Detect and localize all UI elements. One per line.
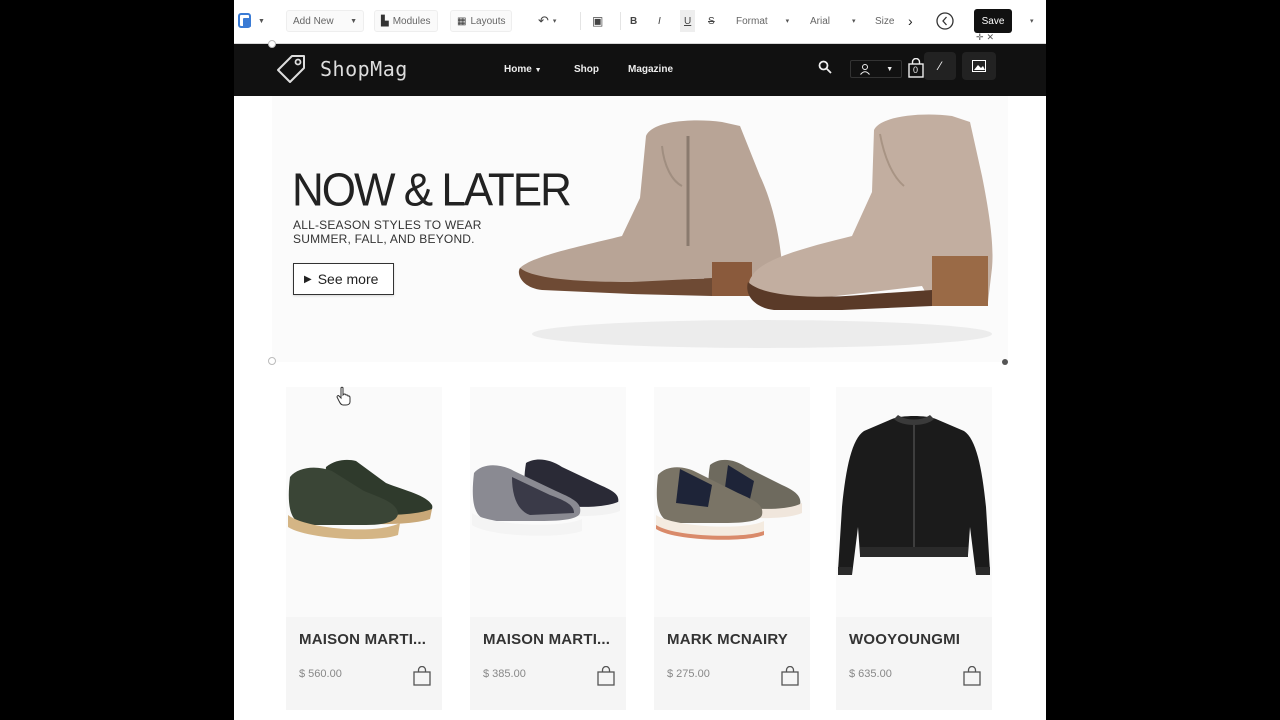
- italic-icon: I: [658, 15, 661, 27]
- strikethrough-icon: S: [708, 15, 715, 27]
- layouts-button[interactable]: ▦ Layouts: [450, 10, 513, 32]
- site-header: ShopMag Home ▼ Shop Magazine ▼ 0 ⁄: [234, 44, 1046, 96]
- builder-logo-menu[interactable]: ▼: [238, 10, 265, 32]
- play-icon: ▶: [304, 273, 312, 285]
- module-handle[interactable]: [268, 40, 276, 48]
- format-label: Format: [736, 15, 768, 27]
- format-dropdown[interactable]: Format ▾: [736, 10, 789, 32]
- see-more-label: See more: [317, 271, 379, 287]
- image-icon: ▣: [592, 14, 604, 28]
- see-more-button[interactable]: ▶ See more: [293, 263, 394, 295]
- product-card[interactable]: MAISON MARTI... $ 560.00: [286, 387, 442, 710]
- chevron-down-icon: ▼: [886, 65, 894, 73]
- image-button[interactable]: ▣: [592, 10, 603, 32]
- add-new-label: Add New: [293, 15, 334, 27]
- chevron-down-icon: ▼: [534, 67, 542, 74]
- slider-prev-dot[interactable]: [268, 357, 276, 365]
- module-handles[interactable]: ✛✕: [976, 32, 997, 43]
- bold-icon: B: [630, 15, 638, 27]
- product-name[interactable]: MAISON MARTI...: [299, 631, 434, 648]
- save-options-button[interactable]: ▾: [1030, 10, 1034, 32]
- add-new-dropdown[interactable]: Add New ▼: [286, 10, 364, 32]
- chevron-down-icon: ▾: [1030, 18, 1034, 25]
- history-button[interactable]: [936, 10, 954, 32]
- size-label: Size: [875, 15, 895, 27]
- image-icon: [972, 60, 986, 72]
- nav-item-home[interactable]: Home ▼: [504, 64, 542, 75]
- page-canvas: ▼ Add New ▼ ▙ Modules ▦ Layouts ↶ ▾ ▣ B …: [234, 0, 1046, 720]
- chevron-down-icon: ▼: [258, 17, 265, 25]
- product-price: $ 560.00: [299, 668, 342, 680]
- hero-subtitle: ALL-SEASON STYLES TO WEAR SUMMER, FALL, …: [293, 218, 482, 246]
- nav-label: Shop: [574, 64, 599, 75]
- add-to-cart-icon[interactable]: [962, 666, 982, 686]
- hero-banner: NOW & LATER ALL-SEASON STYLES TO WEAR SU…: [272, 96, 1008, 362]
- nav-item-magazine[interactable]: Magazine: [628, 64, 673, 75]
- chevron-down-icon: ▾: [852, 18, 856, 25]
- font-dropdown[interactable]: Arial ▾: [810, 10, 856, 32]
- toolbar-next-button[interactable]: ›: [908, 10, 913, 32]
- edit-module-button[interactable]: ⁄: [924, 52, 956, 80]
- site-logo[interactable]: ShopMag: [272, 50, 408, 88]
- user-icon: [859, 64, 870, 75]
- product-image-bomber-jacket: [836, 387, 992, 617]
- save-button[interactable]: Save: [974, 9, 1012, 33]
- undo-button[interactable]: ↶ ▾: [538, 10, 556, 32]
- product-image-slip-on-sneakers: [470, 387, 626, 617]
- product-card[interactable]: MARK MCNAIRY $ 275.00: [654, 387, 810, 710]
- cart-button[interactable]: 0: [908, 57, 924, 81]
- cart-count: 0: [913, 65, 919, 75]
- undo-icon: ↶: [538, 13, 549, 28]
- builder-logo-icon: [238, 13, 251, 28]
- history-icon: [936, 12, 954, 30]
- ankle-boots-image: [518, 114, 993, 348]
- account-menu[interactable]: ▼: [850, 60, 902, 78]
- layouts-label: Layouts: [470, 15, 506, 27]
- size-dropdown[interactable]: Size: [875, 10, 894, 32]
- slider-next-dot[interactable]: [1002, 359, 1008, 365]
- modules-icon: ▙: [381, 15, 389, 27]
- underline-button[interactable]: U: [680, 10, 696, 32]
- nav-label: Home: [504, 64, 532, 75]
- chevron-right-icon: ›: [908, 13, 913, 29]
- image-settings-button[interactable]: [962, 52, 996, 80]
- italic-button[interactable]: I: [658, 10, 661, 32]
- product-image-oxford-shoes: [286, 387, 442, 617]
- editor-toolbar: ▼ Add New ▼ ▙ Modules ▦ Layouts ↶ ▾ ▣ B …: [234, 0, 1046, 44]
- layouts-icon: ▦: [457, 15, 467, 27]
- modules-button[interactable]: ▙ Modules: [374, 10, 438, 32]
- logo-text: ShopMag: [320, 57, 408, 81]
- chevron-down-icon: ▼: [350, 17, 357, 25]
- magic-wand-icon: ⁄: [938, 59, 941, 73]
- close-icon: ✕: [986, 32, 998, 42]
- bold-button[interactable]: B: [630, 10, 637, 32]
- product-image-saddle-shoes: [654, 387, 810, 617]
- product-price: $ 275.00: [667, 668, 710, 680]
- nav-label: Magazine: [628, 64, 674, 75]
- search-button[interactable]: [818, 60, 832, 77]
- strikethrough-button[interactable]: S: [708, 10, 715, 32]
- add-to-cart-icon[interactable]: [412, 666, 432, 686]
- product-name[interactable]: MAISON MARTI...: [483, 631, 618, 648]
- nav-item-shop[interactable]: Shop: [574, 64, 599, 75]
- chevron-down-icon: ▾: [785, 18, 790, 25]
- product-card[interactable]: MAISON MARTI... $ 385.00: [470, 387, 626, 710]
- underline-icon: U: [684, 15, 692, 27]
- move-icon: ✛: [976, 32, 987, 42]
- price-tag-icon: [277, 55, 305, 83]
- product-name[interactable]: MARK MCNAIRY: [667, 631, 802, 648]
- product-price: $ 385.00: [483, 668, 526, 680]
- product-card[interactable]: WOOYOUNGMI $ 635.00: [836, 387, 992, 710]
- font-label: Arial: [810, 15, 831, 27]
- product-name[interactable]: WOOYOUNGMI: [849, 631, 984, 648]
- add-to-cart-icon[interactable]: [596, 666, 616, 686]
- hand-pointer-icon: [336, 386, 351, 406]
- product-price: $ 635.00: [849, 668, 892, 680]
- modules-label: Modules: [392, 15, 431, 27]
- add-to-cart-icon[interactable]: [780, 666, 800, 686]
- search-icon: [818, 60, 832, 74]
- chevron-down-icon: ▾: [552, 18, 557, 25]
